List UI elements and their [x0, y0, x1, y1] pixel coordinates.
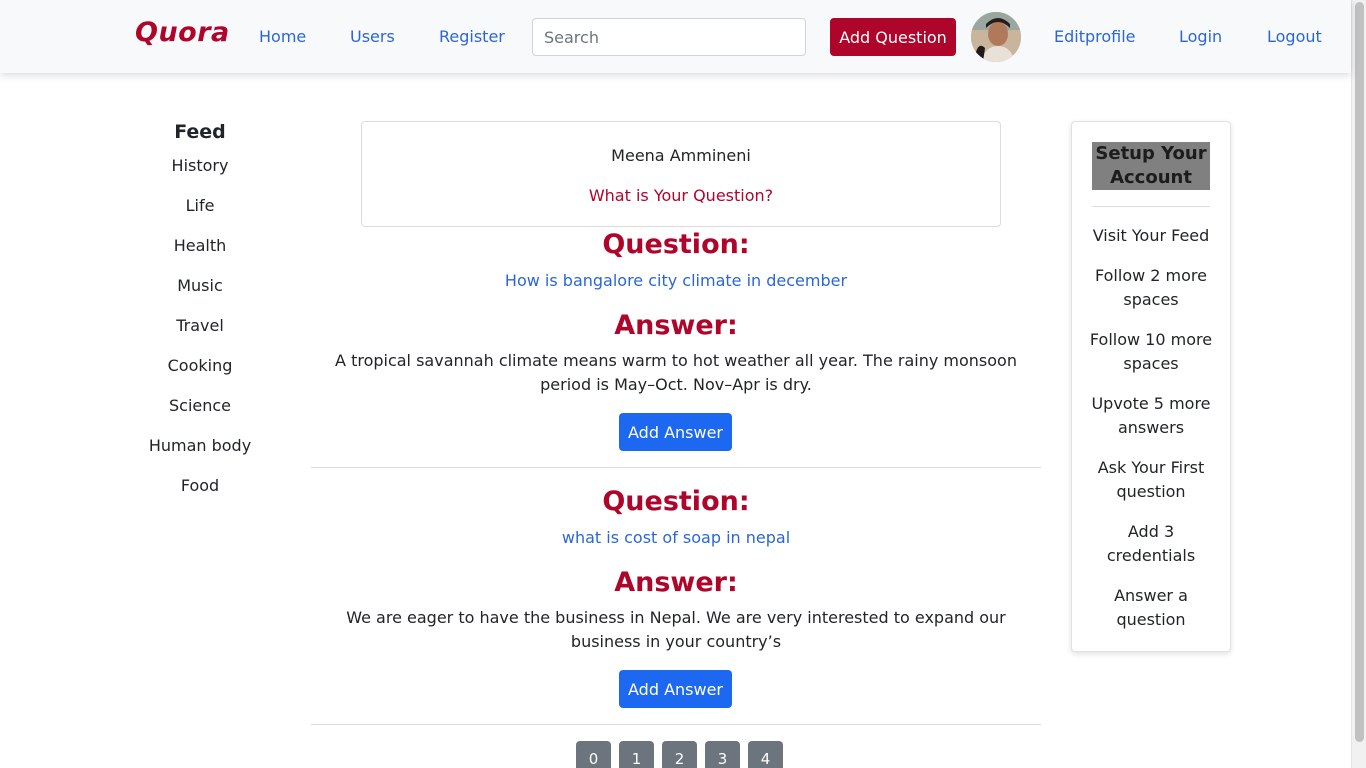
nav-home-link[interactable]: Home: [259, 27, 306, 46]
setup-item-credentials[interactable]: Add 3 credentials: [1082, 520, 1220, 568]
page-button-4[interactable]: 4: [748, 741, 783, 768]
answer-heading: Answer:: [614, 310, 738, 341]
post-divider: [311, 724, 1041, 725]
answer-heading: Answer:: [614, 567, 738, 598]
feed-item-cooking[interactable]: Cooking: [130, 356, 270, 375]
scrollbar-thumb[interactable]: [1355, 2, 1364, 742]
feed-item-history[interactable]: History: [130, 156, 270, 175]
feed-item-health[interactable]: Health: [130, 236, 270, 255]
page-button-3[interactable]: 3: [705, 741, 740, 768]
feed-item-human-body[interactable]: Human body: [130, 436, 270, 455]
answer-text: We are eager to have the business in Nep…: [346, 608, 1006, 651]
user-name: Meena Ammineni: [611, 146, 751, 165]
setup-title: Setup Your Account: [1092, 142, 1210, 190]
ask-question-link[interactable]: What is Your Question?: [362, 186, 1000, 205]
setup-item-ask-first[interactable]: Ask Your First question: [1082, 456, 1220, 504]
search-input[interactable]: [532, 18, 806, 56]
add-answer-button[interactable]: Add Answer: [619, 413, 732, 451]
setup-item-visit-feed[interactable]: Visit Your Feed: [1082, 224, 1220, 248]
nav-users-link[interactable]: Users: [350, 27, 395, 46]
page-button-0[interactable]: 0: [576, 741, 611, 768]
setup-item-follow-10[interactable]: Follow 10 more spaces: [1082, 328, 1220, 376]
brand-logo[interactable]: Quora: [135, 17, 230, 48]
avatar[interactable]: [971, 12, 1021, 62]
question-heading: Question:: [602, 229, 750, 260]
question-heading: Question:: [602, 486, 750, 517]
question-link[interactable]: How is bangalore city climate in decembe…: [311, 271, 1041, 290]
setup-item-follow-2[interactable]: Follow 2 more spaces: [1082, 264, 1220, 312]
setup-item-answer[interactable]: Answer a question: [1082, 584, 1220, 632]
feed-item-life[interactable]: Life: [130, 196, 270, 215]
setup-account-card: Setup Your Account Visit Your Feed Follo…: [1071, 121, 1231, 652]
feed-title: Feed: [174, 121, 226, 143]
user-avatar-image: [971, 12, 1021, 62]
page-button-2[interactable]: 2: [662, 741, 697, 768]
page-scrollbar[interactable]: [1351, 0, 1366, 768]
add-answer-button[interactable]: Add Answer: [619, 670, 732, 708]
nav-register-link[interactable]: Register: [439, 27, 505, 46]
page-button-1[interactable]: 1: [619, 741, 654, 768]
feed-item-food[interactable]: Food: [130, 476, 270, 495]
add-question-button[interactable]: Add Question: [830, 18, 956, 56]
nav-editprofile-link[interactable]: Editprofile: [1054, 27, 1136, 46]
feed-item-travel[interactable]: Travel: [130, 316, 270, 335]
setup-divider: [1092, 206, 1210, 207]
ask-question-card: Meena Ammineni What is Your Question?: [361, 121, 1001, 227]
question-link[interactable]: what is cost of soap in nepal: [311, 528, 1041, 547]
setup-item-upvote[interactable]: Upvote 5 more answers: [1082, 392, 1220, 440]
nav-logout-link[interactable]: Logout: [1267, 27, 1322, 46]
feed-item-music[interactable]: Music: [130, 276, 270, 295]
post-divider: [311, 467, 1041, 468]
top-navbar: Quora Home Users Register Add Question E…: [0, 0, 1351, 73]
feed-item-science[interactable]: Science: [130, 396, 270, 415]
nav-login-link[interactable]: Login: [1179, 27, 1222, 46]
answer-text: A tropical savannah climate means warm t…: [335, 351, 1017, 394]
